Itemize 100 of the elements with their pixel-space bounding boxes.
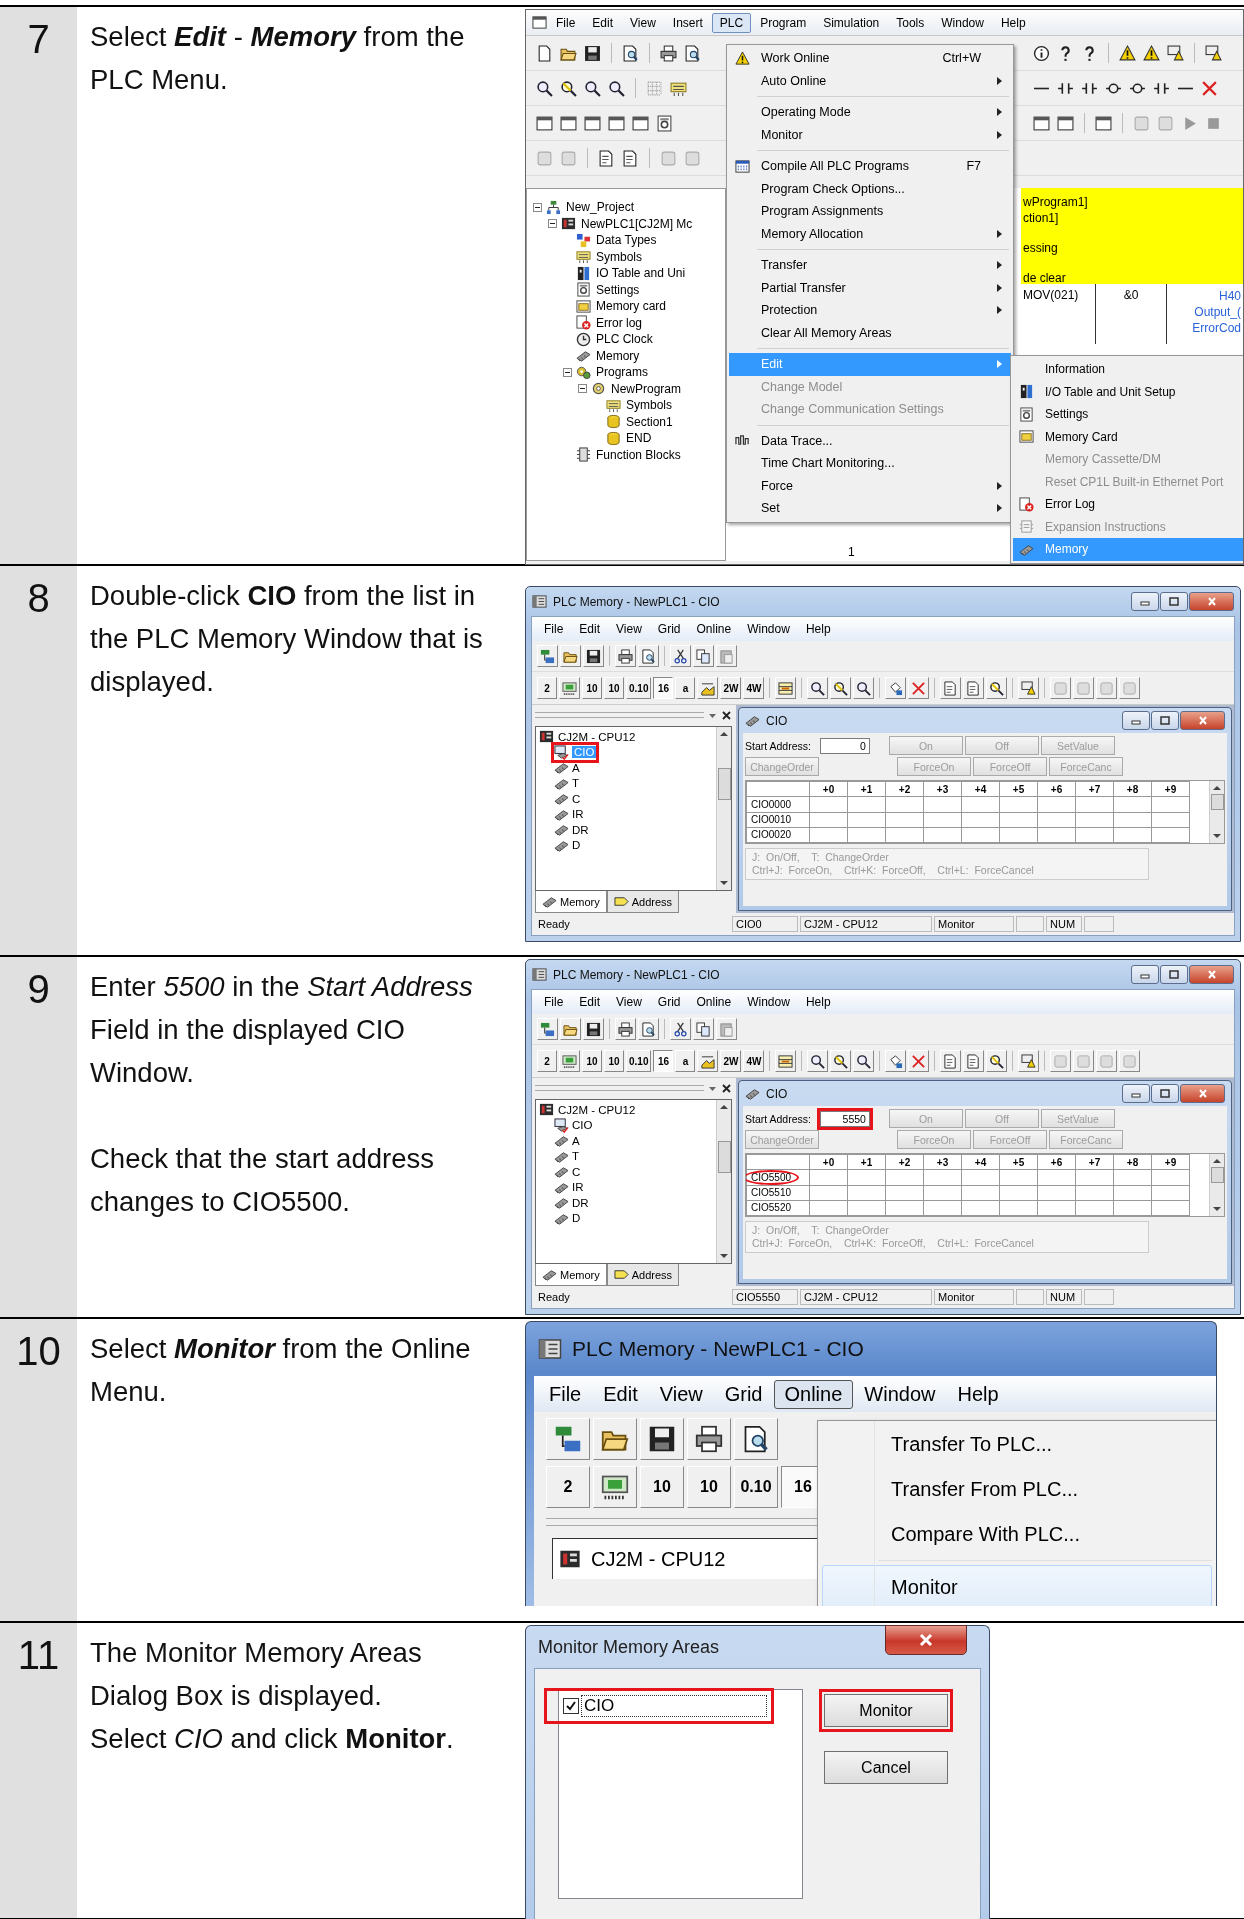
tree-item[interactable]: T [572,1150,580,1163]
maximize-button[interactable] [1160,965,1188,984]
menu-bar-item[interactable]: Edit [571,620,609,638]
toolbar-button[interactable] [615,1018,636,1040]
window-icon[interactable] [1033,114,1050,132]
tree-item[interactable]: Memory [595,348,641,363]
menu-item[interactable]: Monitor [729,123,1011,146]
menu-item[interactable]: Force [729,474,1011,497]
tree-item[interactable]: NewPLC1[CJ2M] Mc [580,216,694,231]
printer-icon[interactable] [660,44,677,62]
menu-item[interactable]: Operating Mode [729,101,1011,124]
menu-item[interactable]: Work Online Ctrl+W [729,47,1011,70]
toolbar-button[interactable] [775,677,797,699]
format-button[interactable]: 4W [743,1050,765,1072]
tree-item[interactable]: Function Blocks [595,447,682,462]
menu-bar-item[interactable]: PLC [711,12,752,33]
menu-bar-item[interactable]: Help [992,12,1034,33]
format-button[interactable]: 4W [743,677,765,699]
document-icon[interactable] [598,149,615,167]
format-button[interactable]: 2 [546,1466,590,1508]
menu-bar-item[interactable]: Edit [584,12,622,33]
toolbar-button[interactable] [853,677,875,699]
close-icon[interactable] [721,1082,732,1094]
monitor-warning-icon[interactable] [1167,44,1184,62]
window-icon[interactable] [560,114,577,132]
start-address-field[interactable]: 0 [819,737,870,754]
tree-item[interactable]: IR [572,1181,584,1194]
document-icon[interactable] [622,149,639,167]
close-button[interactable] [1189,592,1234,611]
menu-item[interactable]: Information [1013,358,1243,381]
menu-bar-item[interactable]: View [608,620,650,638]
toolbar-button[interactable] [986,677,1008,699]
menu-bar-item[interactable]: File [538,1379,593,1409]
format-button[interactable]: 2W [720,1050,742,1072]
menu-bar-item[interactable]: View [648,1379,714,1409]
save-icon[interactable] [584,44,601,62]
menu-item[interactable]: Auto Online [729,69,1011,92]
tree-item[interactable]: Settings [595,282,641,297]
vertical-scrollbar[interactable] [1209,781,1224,843]
format-button[interactable]: 10 [604,1050,624,1072]
print-preview-icon[interactable] [622,44,639,62]
scroll-thumb[interactable] [717,767,731,800]
scroll-thumb[interactable] [717,1140,731,1173]
expander-icon[interactable] [563,367,572,377]
toolbar-button[interactable] [830,1050,852,1072]
tree-item[interactable]: A [572,1134,580,1147]
menu-bar-item[interactable]: Grid [649,993,689,1011]
close-button[interactable] [1180,1084,1225,1103]
toolbar-button[interactable] [583,1018,604,1040]
toolbar-button[interactable] [1018,677,1040,699]
menu-item[interactable]: Transfer From PLC... [822,1467,1212,1511]
menu-bar-item[interactable]: Edit [592,1379,649,1409]
menu-item[interactable]: Error Log [1013,493,1243,516]
monitor-warning-icon[interactable] [1205,44,1222,62]
scroll-up-icon[interactable] [1213,1158,1221,1164]
checkbox[interactable] [563,1698,579,1714]
window-icon[interactable] [632,114,649,132]
menu-bar-item[interactable]: Online [688,620,740,638]
toolbar-button[interactable] [687,1418,731,1460]
menu-bar-item[interactable]: Edit [571,993,609,1011]
menu-item[interactable]: Transfer [729,254,1011,277]
close-button[interactable] [885,1625,967,1655]
warning-icon[interactable] [1119,44,1136,62]
tree-item[interactable]: NewProgram [610,381,683,396]
scroll-up-icon[interactable] [720,1104,728,1110]
tree-item[interactable]: DR [572,1196,589,1209]
format-button[interactable]: 10 [582,1050,602,1072]
format-button[interactable]: 16 [653,677,674,699]
start-address-field[interactable]: 5550 [819,1110,870,1127]
pane-tab[interactable]: Address [606,891,680,913]
toolbar-button[interactable] [807,677,829,699]
menu-bar-item[interactable]: Window [739,620,798,638]
scroll-down-icon[interactable] [720,880,728,886]
minimize-button[interactable] [1131,592,1159,611]
tree-item[interactable]: C [572,1165,581,1178]
window-icon[interactable] [1057,114,1074,132]
tree-item[interactable]: CIO [572,1119,593,1132]
settings-sheet-icon[interactable] [656,114,673,132]
menu-bar-item[interactable]: Window [933,12,992,33]
menu-bar-item[interactable]: Online [773,1379,854,1409]
toolbar-button[interactable] [807,1050,829,1072]
menu-bar-item[interactable]: Program [752,12,815,33]
toolbar-button[interactable] [640,1418,684,1460]
format-button[interactable]: 10 [604,677,624,699]
menu-item[interactable]: Partial Transfer [729,276,1011,299]
menu-bar-item[interactable]: Help [797,620,839,638]
menu-item[interactable]: Monitor [822,1565,1212,1606]
maximize-button[interactable] [1151,711,1179,730]
menu-bar-item[interactable]: Help [946,1379,1010,1409]
tree-item[interactable]: END [625,431,653,446]
toolbar-button[interactable] [986,1050,1008,1072]
menu-item[interactable]: Compile All PLC Programs F7 [729,155,1011,178]
zoom-icon[interactable] [608,79,625,97]
tree-item[interactable]: Memory card [595,299,667,314]
maximize-button[interactable] [1160,592,1188,611]
format-button[interactable]: a [675,677,696,699]
toolbar-button[interactable] [853,1050,875,1072]
toolbar-button[interactable] [1018,1050,1040,1072]
tree-item[interactable]: DR [572,823,589,836]
close-icon[interactable] [721,709,732,721]
